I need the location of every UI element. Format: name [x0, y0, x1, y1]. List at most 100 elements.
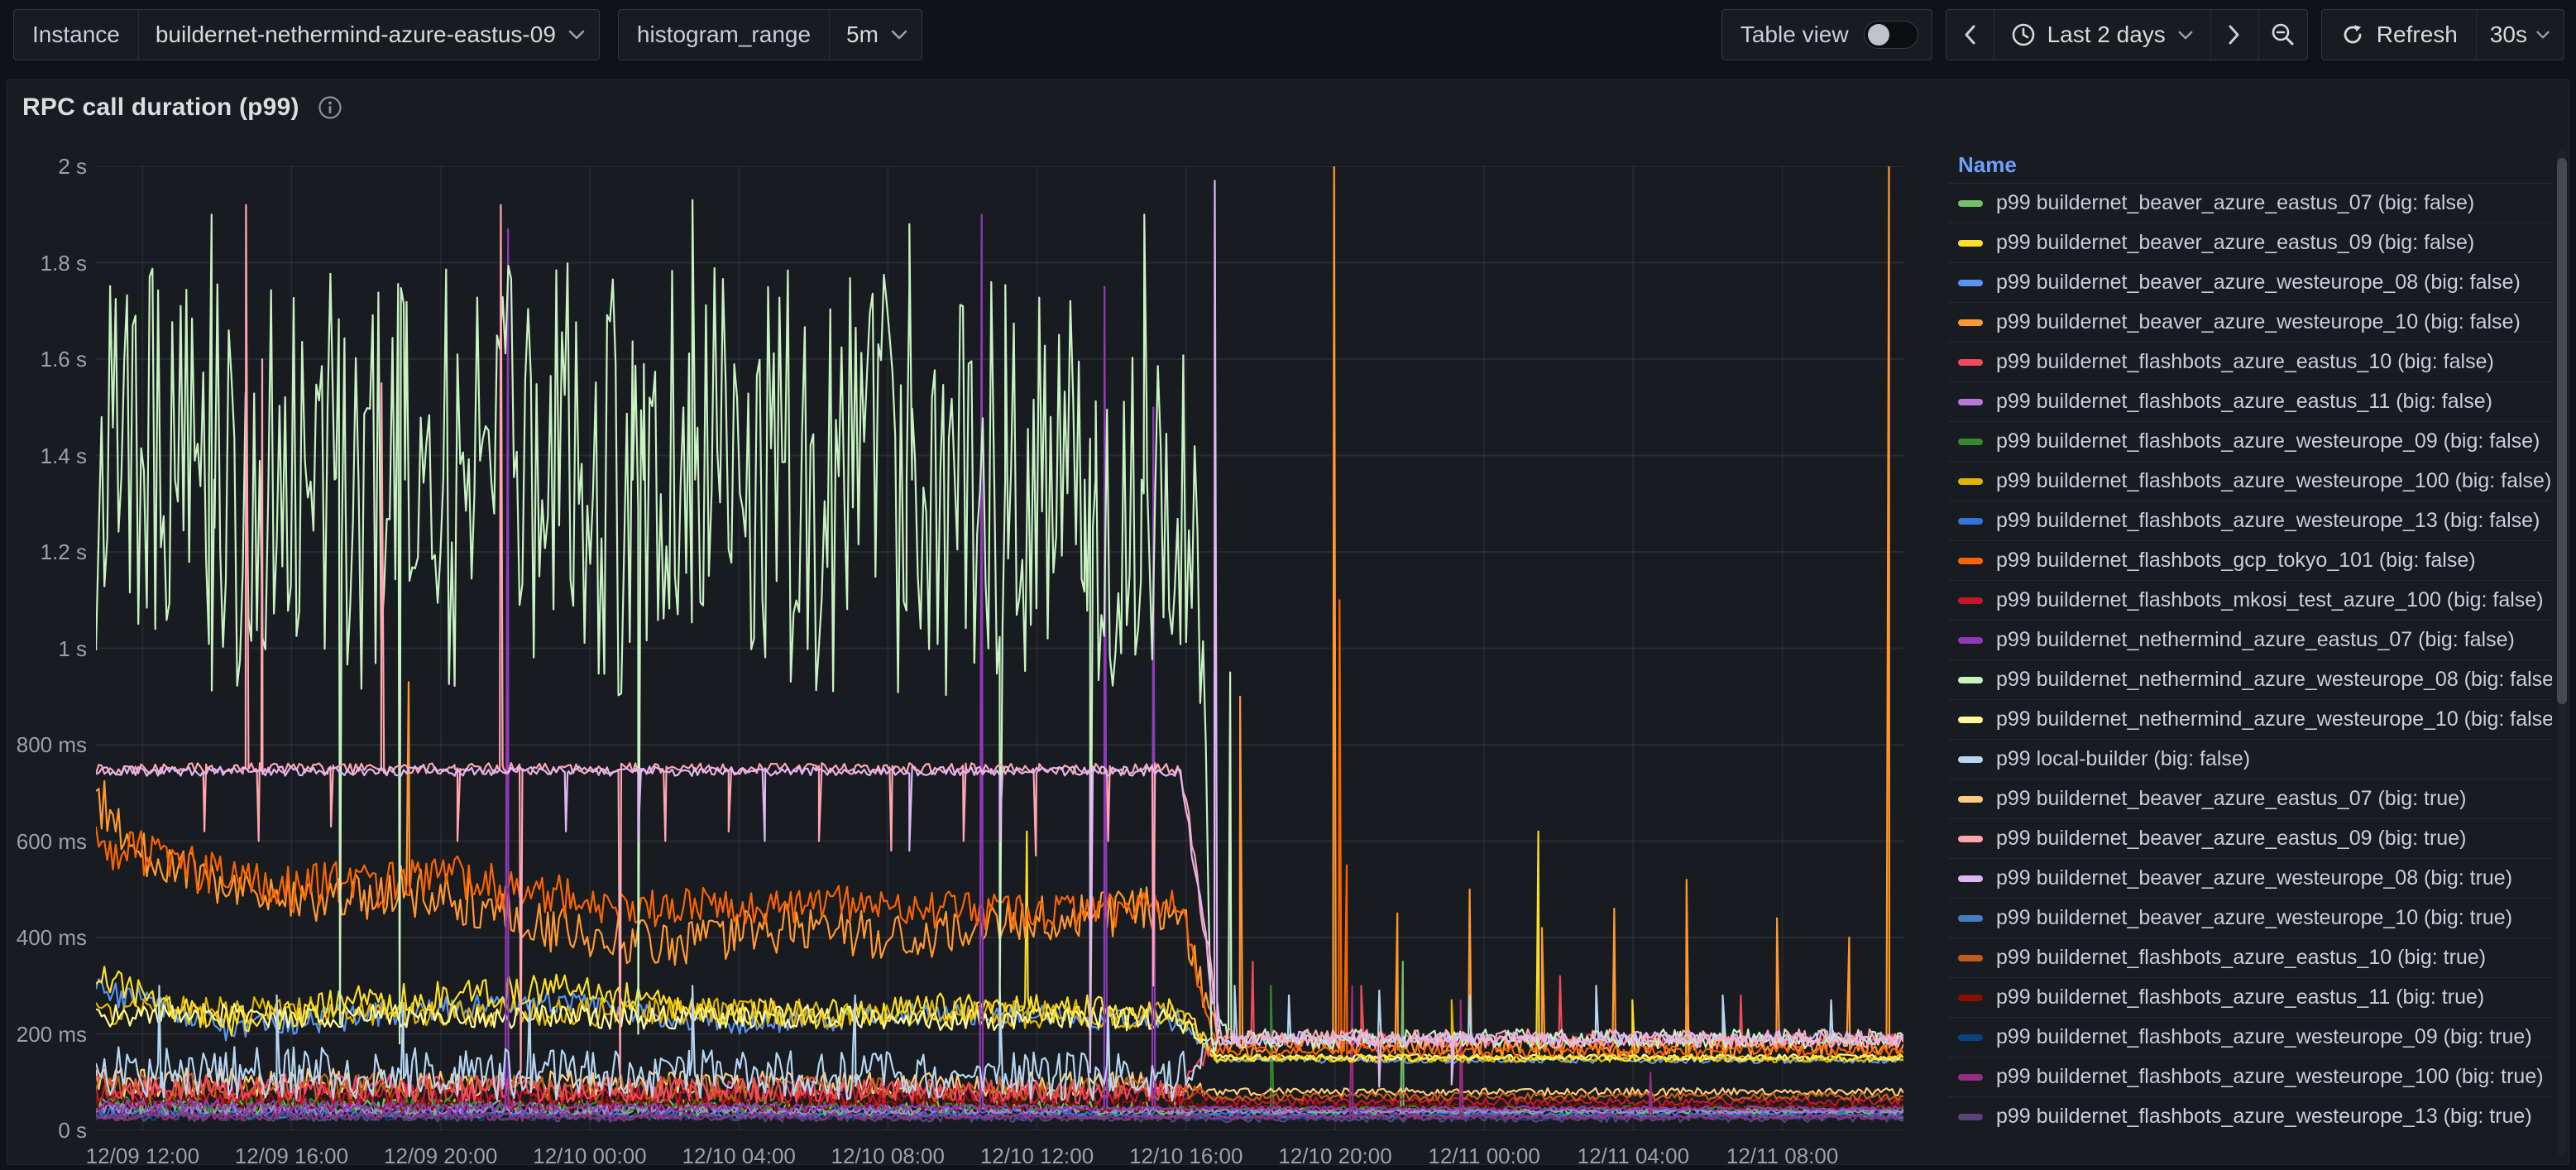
legend-scrollbar-thumb[interactable] [2557, 158, 2567, 704]
x-tick-label: 12/09 12:00 [86, 1144, 199, 1169]
legend-item[interactable]: p99 buildernet_nethermind_azure_eastus_0… [1948, 620, 2552, 659]
legend-item[interactable]: p99 buildernet_nethermind_azure_westeuro… [1948, 699, 2552, 739]
legend-scrollbar[interactable] [2557, 150, 2567, 1156]
legend-item[interactable]: p99 buildernet_flashbots_azure_eastus_11… [1948, 381, 2552, 421]
legend-item-label[interactable]: p99 buildernet_beaver_azure_eastus_07 (b… [1996, 191, 2474, 215]
legend-item-label[interactable]: p99 buildernet_beaver_azure_eastus_09 (b… [1996, 231, 2474, 255]
time-shift-forward-button[interactable] [2211, 10, 2259, 60]
legend-item-label[interactable]: p99 buildernet_flashbots_mkosi_test_azur… [1996, 588, 2544, 612]
legend-item-label[interactable]: p99 buildernet_nethermind_azure_westeuro… [1996, 668, 2552, 692]
magnifier-minus-icon [2270, 22, 2296, 48]
rpc-call-duration-panel: RPC call duration (p99) 2 s1.8 s1.6 s1.4… [7, 79, 2569, 1165]
x-tick-label: 12/10 00:00 [533, 1144, 646, 1169]
legend-item-label[interactable]: p99 buildernet_flashbots_azure_eastus_11… [1996, 985, 2484, 1009]
legend-item[interactable]: p99 buildernet_beaver_azure_eastus_09 (b… [1948, 223, 2552, 262]
series-color-swatch [1958, 558, 1983, 564]
histogram-range-variable[interactable]: histogram_range 5m [618, 9, 922, 60]
legend-item-label[interactable]: p99 buildernet_flashbots_gcp_tokyo_101 (… [1996, 549, 2476, 573]
x-tick-label: 12/11 04:00 [1578, 1144, 1689, 1169]
legend-item-label[interactable]: p99 buildernet_flashbots_azure_eastus_10… [1996, 350, 2494, 374]
legend-item-label[interactable]: p99 buildernet_beaver_azure_westeurope_0… [1996, 866, 2512, 890]
refresh-group: Refresh 30s [2321, 9, 2564, 60]
legend-item[interactable]: p99 buildernet_beaver_azure_westeurope_0… [1948, 858, 2552, 898]
legend-item-label[interactable]: p99 buildernet_beaver_azure_eastus_07 (b… [1996, 787, 2466, 811]
x-tick-label: 12/10 04:00 [682, 1144, 796, 1169]
series-color-swatch [1958, 995, 1983, 1001]
dashboard-toolbar: Instance buildernet-nethermind-azure-eas… [0, 0, 2576, 70]
series-color-swatch [1958, 518, 1983, 525]
x-tick-label: 12/09 20:00 [384, 1144, 497, 1169]
y-tick-label: 600 ms [7, 829, 87, 855]
series-color-swatch [1958, 439, 1983, 445]
y-tick-label: 0 s [7, 1118, 87, 1144]
y-tick-label: 1.8 s [7, 251, 87, 276]
toggle-knob [1868, 24, 1889, 46]
time-navigation-group: Last 2 days [1946, 9, 2308, 60]
clock-icon [2011, 22, 2036, 47]
legend-item-label[interactable]: p99 buildernet_flashbots_azure_eastus_11… [1996, 390, 2492, 414]
time-range-picker[interactable]: Last 2 days [1994, 10, 2211, 60]
refresh-interval-picker[interactable]: 30s [2477, 10, 2564, 60]
time-series-plot[interactable] [96, 166, 1903, 1130]
legend-item-label[interactable]: p99 buildernet_beaver_azure_westeurope_1… [1996, 906, 2512, 930]
y-tick-label: 1 s [7, 636, 87, 662]
legend-item[interactable]: p99 buildernet_nethermind_azure_westeuro… [1948, 659, 2552, 699]
series-color-swatch [1958, 1114, 1983, 1120]
legend-item[interactable]: p99 buildernet_flashbots_azure_westeurop… [1948, 501, 2552, 540]
legend-item[interactable]: p99 buildernet_beaver_azure_eastus_09 (b… [1948, 818, 2552, 858]
series-color-swatch [1958, 399, 1983, 405]
legend-item-label[interactable]: p99 buildernet_beaver_azure_westeurope_1… [1996, 310, 2521, 334]
legend-item[interactable]: p99 buildernet_beaver_azure_eastus_07 (b… [1948, 183, 2552, 223]
y-tick-label: 400 ms [7, 925, 87, 951]
legend-item-label[interactable]: p99 buildernet_beaver_azure_eastus_09 (b… [1996, 827, 2466, 851]
legend-item[interactable]: p99 buildernet_flashbots_azure_westeurop… [1948, 1057, 2552, 1096]
legend-item[interactable]: p99 local-builder (big: false) [1948, 739, 2552, 779]
time-shift-back-button[interactable] [1946, 10, 1994, 60]
legend-item[interactable]: p99 buildernet_flashbots_azure_westeurop… [1948, 461, 2552, 501]
legend-item[interactable]: p99 buildernet_flashbots_azure_eastus_11… [1948, 977, 2552, 1017]
legend-item[interactable]: p99 buildernet_beaver_azure_westeurope_0… [1948, 262, 2552, 302]
legend-item[interactable]: p99 buildernet_flashbots_azure_westeurop… [1948, 421, 2552, 461]
legend-item[interactable]: p99 buildernet_flashbots_azure_westeurop… [1948, 1096, 2552, 1136]
legend-item[interactable]: p99 buildernet_beaver_azure_westeurope_1… [1948, 898, 2552, 937]
legend-item[interactable]: p99 buildernet_flashbots_gcp_tokyo_101 (… [1948, 540, 2552, 580]
legend-item-label[interactable]: p99 buildernet_flashbots_azure_westeurop… [1996, 469, 2551, 493]
time-range-label: Last 2 days [2047, 22, 2166, 48]
legend-item[interactable]: p99 buildernet_beaver_azure_westeurope_1… [1948, 302, 2552, 342]
instance-variable-label: Instance [14, 9, 139, 60]
time-series-plot-area: 2 s1.8 s1.6 s1.4 s1.2 s1 s800 ms600 ms40… [7, 80, 1945, 1164]
series-color-swatch [1958, 677, 1983, 683]
x-tick-label: 12/10 08:00 [831, 1144, 945, 1169]
series-color-swatch [1958, 637, 1983, 644]
legend-item-label[interactable]: p99 local-builder (big: false) [1996, 747, 2250, 771]
histogram-range-value[interactable]: 5m [830, 22, 890, 48]
legend-item-label[interactable]: p99 buildernet_nethermind_azure_eastus_0… [1996, 628, 2515, 652]
legend-item-label[interactable]: p99 buildernet_beaver_azure_westeurope_0… [1996, 271, 2521, 295]
legend-item[interactable]: p99 buildernet_flashbots_mkosi_test_azur… [1948, 580, 2552, 620]
x-tick-label: 12/10 16:00 [1129, 1144, 1243, 1169]
legend-item-label[interactable]: p99 buildernet_nethermind_azure_westeuro… [1996, 707, 2552, 731]
legend-item-label[interactable]: p99 buildernet_flashbots_azure_westeurop… [1996, 1025, 2532, 1049]
refresh-button[interactable]: Refresh [2322, 10, 2477, 60]
series-color-swatch [1958, 915, 1983, 922]
series-color-swatch [1958, 836, 1983, 842]
zoom-out-button[interactable] [2259, 10, 2307, 60]
instance-variable-value[interactable]: buildernet-nethermind-azure-eastus-09 [139, 22, 567, 48]
legend-item-label[interactable]: p99 buildernet_flashbots_azure_westeurop… [1996, 1105, 2532, 1129]
legend-item[interactable]: p99 buildernet_flashbots_azure_eastus_10… [1948, 937, 2552, 977]
legend-item[interactable]: p99 buildernet_flashbots_azure_westeurop… [1948, 1017, 2552, 1057]
y-tick-label: 1.4 s [7, 444, 87, 469]
series-color-swatch [1958, 756, 1983, 763]
legend-item[interactable]: p99 buildernet_flashbots_azure_eastus_10… [1948, 342, 2552, 381]
x-tick-label: 12/11 00:00 [1428, 1144, 1539, 1169]
legend-item-label[interactable]: p99 buildernet_flashbots_azure_westeurop… [1996, 429, 2540, 453]
series-color-swatch [1958, 796, 1983, 803]
legend-item-label[interactable]: p99 buildernet_flashbots_azure_westeurop… [1996, 509, 2540, 533]
legend-item[interactable]: p99 buildernet_beaver_azure_eastus_07 (b… [1948, 779, 2552, 818]
legend-item-label[interactable]: p99 buildernet_flashbots_azure_eastus_10… [1996, 946, 2486, 970]
legend-item-label[interactable]: p99 buildernet_flashbots_azure_westeurop… [1996, 1065, 2544, 1089]
legend-header-name[interactable]: Name [1948, 146, 2552, 183]
table-view-toggle[interactable] [1864, 21, 1918, 49]
series-color-swatch [1958, 717, 1983, 723]
instance-variable[interactable]: Instance buildernet-nethermind-azure-eas… [13, 9, 600, 60]
